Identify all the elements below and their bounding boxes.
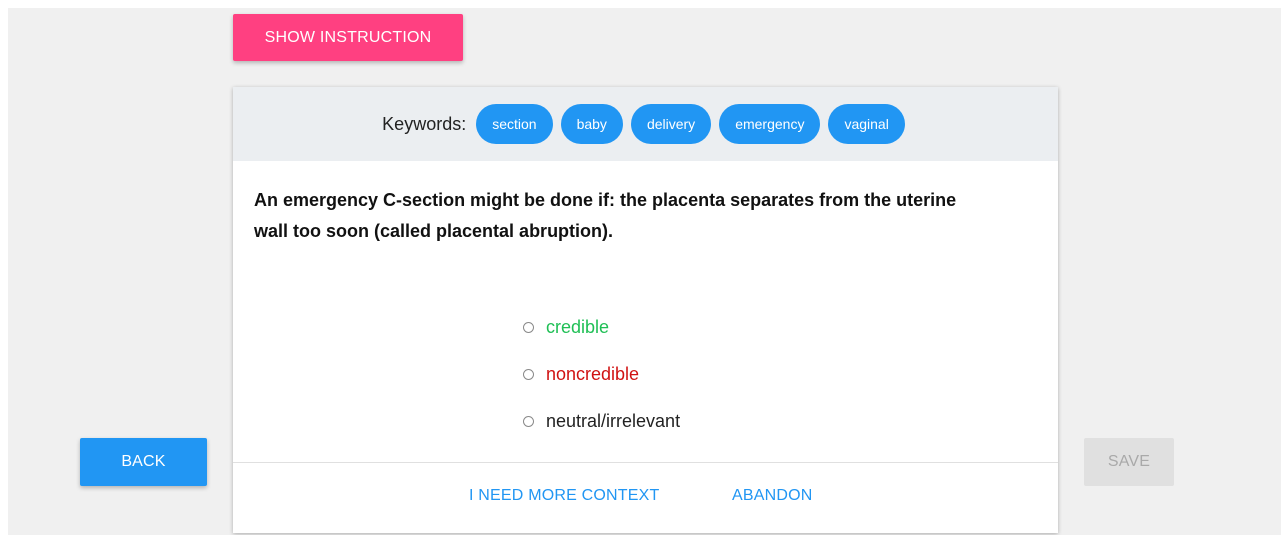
save-button[interactable]: SAVE	[1084, 438, 1174, 486]
keywords-bar: Keywords: section baby delivery emergenc…	[233, 87, 1058, 161]
credibility-options: credible noncredible neutral/irrelevant	[523, 315, 680, 456]
keyword-chip-baby[interactable]: baby	[560, 104, 623, 144]
radio-noncredible[interactable]	[523, 368, 534, 380]
show-instruction-button[interactable]: SHOW INSTRUCTION	[233, 14, 463, 61]
option-neutral-label: neutral/irrelevant	[546, 410, 681, 431]
option-noncredible[interactable]: noncredible	[523, 362, 680, 386]
option-noncredible-label: noncredible	[546, 363, 640, 384]
footer-divider	[233, 462, 1058, 463]
back-button[interactable]: BACK	[80, 438, 207, 486]
keywords-label: Keywords:	[382, 113, 467, 134]
radio-neutral[interactable]	[523, 415, 534, 427]
option-neutral[interactable]: neutral/irrelevant	[523, 409, 680, 433]
need-more-context-button[interactable]: I NEED MORE CONTEXT	[469, 487, 659, 505]
keyword-chip-emergency[interactable]: emergency	[719, 104, 821, 144]
statement-text: An emergency C-section might be done if:…	[254, 190, 957, 241]
abandon-button[interactable]: ABANDON	[732, 487, 813, 505]
radio-credible[interactable]	[523, 321, 534, 333]
keyword-chip-section[interactable]: section	[476, 104, 553, 144]
option-credible[interactable]: credible	[523, 315, 680, 339]
annotation-card: Keywords: section baby delivery emergenc…	[233, 87, 1058, 533]
keyword-chip-delivery[interactable]: delivery	[630, 104, 712, 144]
option-credible-label: credible	[546, 316, 610, 337]
keyword-chip-vaginal[interactable]: vaginal	[828, 104, 905, 144]
